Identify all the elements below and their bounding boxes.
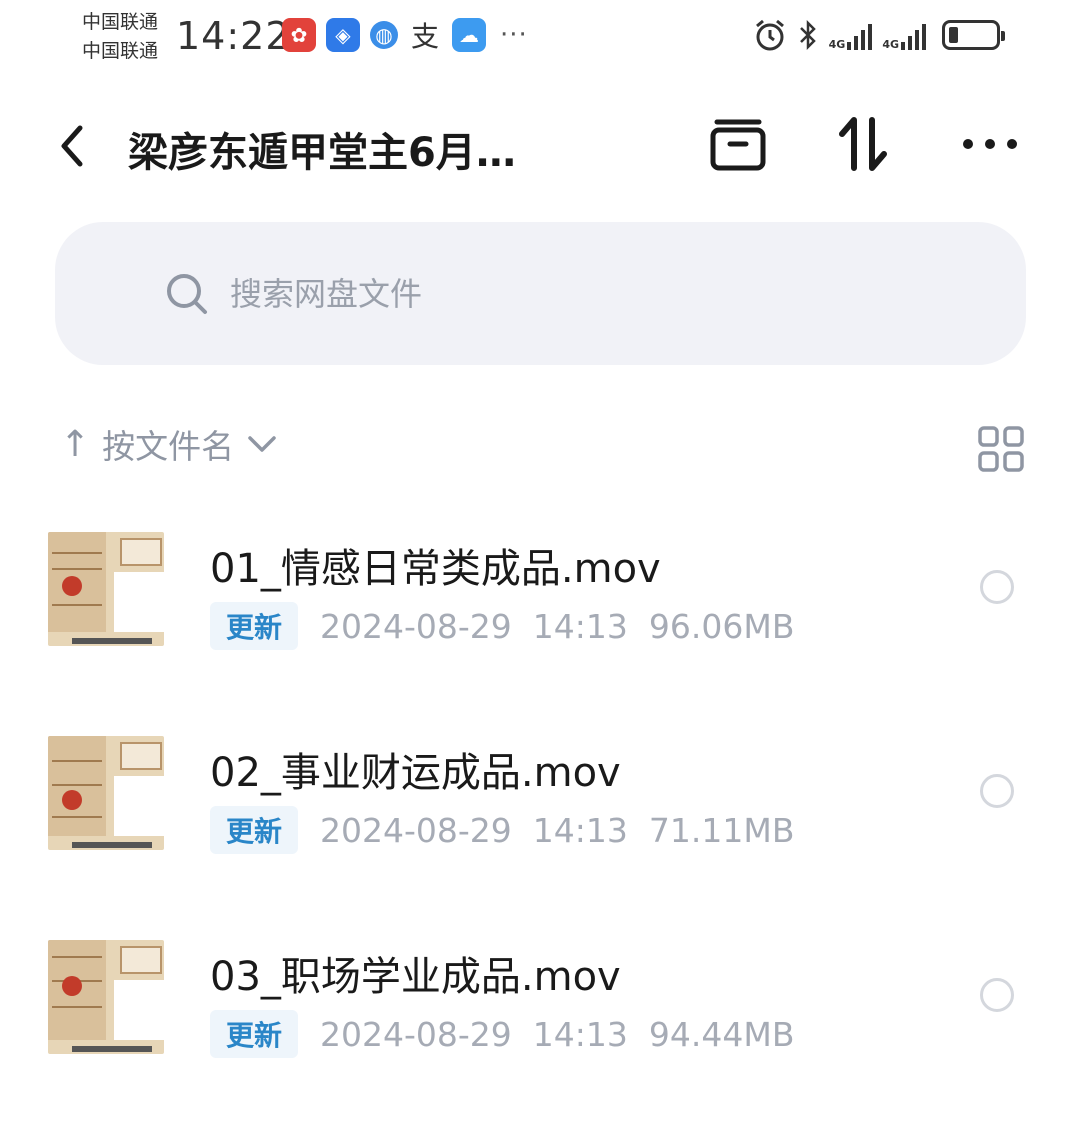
update-badge: 更新 [210, 1010, 299, 1058]
select-checkbox[interactable] [980, 774, 1014, 808]
archive-button[interactable] [708, 114, 768, 174]
chevron-down-icon [248, 436, 276, 452]
alipay-icon: 支 [410, 20, 439, 53]
file-date: 2024-08-29 [320, 1014, 512, 1054]
select-checkbox[interactable] [980, 570, 1014, 604]
file-time: 14:13 [532, 606, 628, 646]
file-time: 14:13 [532, 1014, 628, 1054]
search-icon [167, 274, 207, 314]
video-thumbnail [48, 940, 164, 1054]
status-time: 14:22 [176, 14, 291, 58]
app-blue-shield-icon: ◈ [326, 18, 360, 52]
app-red-icon: ✿ [282, 18, 316, 52]
system-icons: 4G 4G [753, 18, 1005, 52]
video-thumbnail [48, 736, 164, 850]
bluetooth-icon [799, 19, 816, 51]
notification-icons: ✿ ◈ ◍ 支 ☁ ··· [282, 18, 528, 53]
battery-level [949, 27, 958, 43]
file-date: 2024-08-29 [320, 606, 512, 646]
file-list: 01_情感日常类成品.mov 更新 2024-08-29 14:13 96.06… [0, 520, 1080, 1132]
globe-icon: ◍ [370, 21, 398, 49]
file-size: 71.11MB [648, 810, 795, 850]
carrier-2: 中国联通 [82, 40, 159, 62]
search-bar[interactable] [55, 222, 1026, 365]
sort-label: 按文件名 [102, 427, 235, 466]
network-type-1: 4G [828, 38, 846, 51]
file-size: 94.44MB [648, 1014, 795, 1054]
file-meta: 更新 2024-08-29 14:13 96.06MB [210, 602, 794, 650]
file-size: 96.06MB [648, 606, 795, 646]
update-badge: 更新 [210, 806, 299, 854]
video-thumbnail [48, 532, 164, 646]
signal-1-icon [847, 20, 873, 50]
select-checkbox[interactable] [980, 978, 1014, 1012]
back-button[interactable] [52, 118, 92, 174]
carrier-1: 中国联通 [82, 11, 159, 33]
app-header: 梁彦东遁甲堂主6月… [0, 100, 1080, 190]
file-row[interactable]: 02_事业财运成品.mov 更新 2024-08-29 14:13 71.11M… [0, 724, 1080, 928]
file-meta: 更新 2024-08-29 14:13 94.44MB [210, 1010, 794, 1058]
status-bar: 中国联通 中国联通 14:22 ✿ ◈ ◍ 支 ☁ ··· 4G 4G [0, 0, 1080, 80]
file-time: 14:13 [532, 810, 628, 850]
file-name: 01_情感日常类成品.mov [210, 546, 661, 592]
file-name: 02_事业财运成品.mov [210, 750, 621, 796]
file-row[interactable]: 01_情感日常类成品.mov 更新 2024-08-29 14:13 96.06… [0, 520, 1080, 724]
file-meta: 更新 2024-08-29 14:13 71.11MB [210, 806, 794, 854]
signal-2-icon [901, 20, 926, 50]
file-name: 03_职场学业成品.mov [210, 954, 621, 1000]
search-input[interactable] [230, 264, 930, 324]
page-title: 梁彦东遁甲堂主6月… [128, 130, 516, 176]
grid-view-button[interactable] [978, 426, 1024, 472]
update-badge: 更新 [210, 602, 299, 650]
transfer-button[interactable] [834, 114, 894, 174]
alarm-icon [755, 19, 784, 51]
file-date: 2024-08-29 [320, 810, 512, 850]
network-type-2: 4G [882, 38, 899, 51]
sort-button[interactable]: ↑ 按文件名 [60, 420, 278, 468]
carrier-labels: 中国联通 中国联通 [82, 8, 158, 66]
battery-icon [942, 20, 1005, 50]
more-options-button[interactable] [960, 114, 1020, 174]
sort-direction-icon[interactable]: ↑ [60, 424, 90, 465]
weather-icon: ☁ [452, 18, 486, 52]
sort-bar: ↑ 按文件名 [60, 420, 1040, 480]
more-notifications-icon: ··· [500, 20, 528, 50]
file-row[interactable]: 03_职场学业成品.mov 更新 2024-08-29 14:13 94.44M… [0, 928, 1080, 1132]
